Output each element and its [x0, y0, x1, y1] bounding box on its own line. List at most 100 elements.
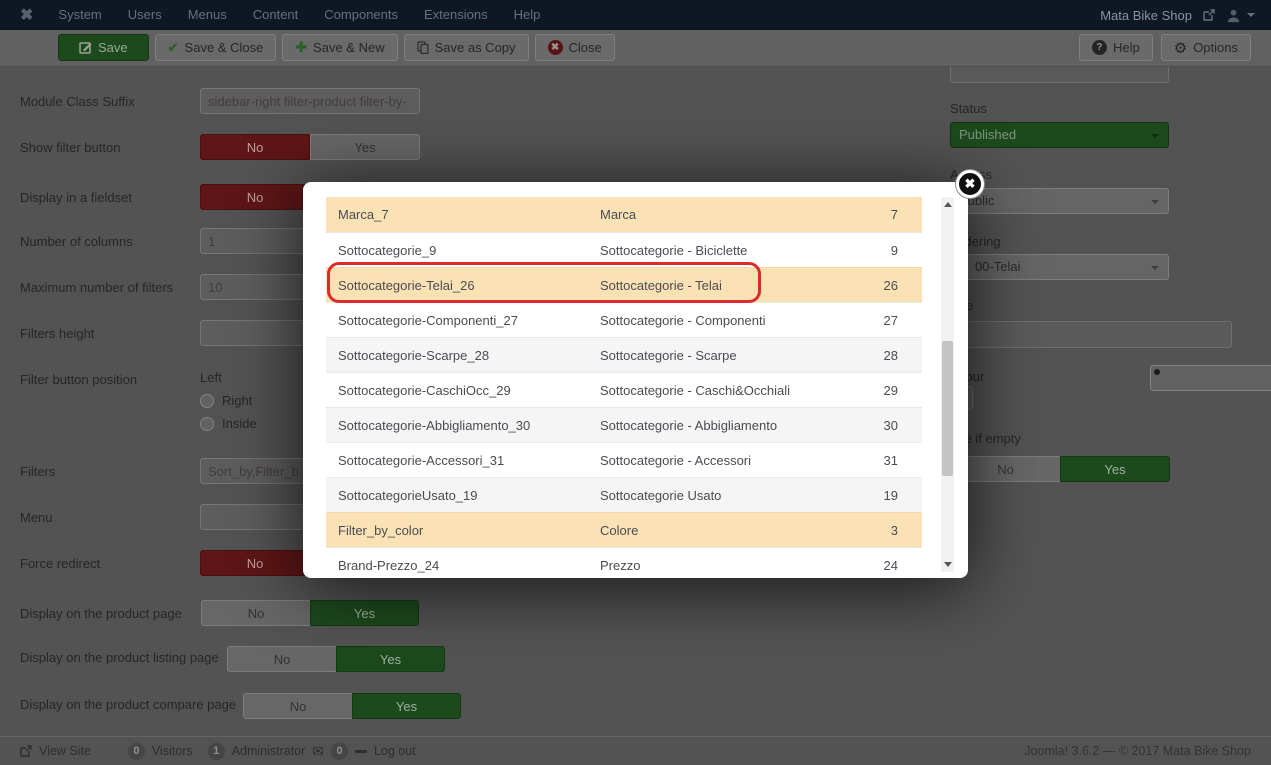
menu-users[interactable]: Users [115, 0, 175, 30]
version-text: Joomla! 3.6.2 — © 2017 Mata Bike Shop [1024, 744, 1251, 758]
ordering-select[interactable]: 00-Telai [950, 254, 1169, 280]
external-link-icon [20, 745, 32, 757]
toggle-no[interactable]: No [200, 184, 310, 210]
highlight-annotation [327, 262, 761, 303]
label-force-redirect: Force redirect [20, 556, 101, 571]
copy-icon [416, 41, 429, 54]
close-icon: ✖ [547, 40, 563, 55]
list-item[interactable]: Sottocategorie-Accessori_31 Sottocategori… [326, 442, 922, 477]
user-menu-icon[interactable] [1226, 8, 1255, 23]
mail-icon: ✉ [312, 742, 325, 759]
site-name-link[interactable]: Mata Bike Shop [1100, 8, 1192, 23]
toggle-yes[interactable]: Yes [1060, 456, 1170, 482]
scroll-down-arrow[interactable] [941, 557, 954, 572]
list-item[interactable]: Filter_by_color Colore 3 [326, 512, 922, 547]
menu-help[interactable]: Help [501, 0, 554, 30]
help-button[interactable]: ? Help [1078, 34, 1153, 61]
filter-picker-modal: Marca_7 Marca 7 Sottocategorie_9 Sottocateg… [303, 182, 968, 578]
label-status: Status [950, 101, 987, 116]
check-icon: ✔ [167, 39, 179, 55]
modal-scrollbar[interactable] [941, 197, 954, 572]
logout-icon [355, 749, 368, 753]
chevron-down-icon [1151, 266, 1159, 270]
module-class-suffix-input[interactable] [200, 88, 420, 114]
label-display-compare-page: Display on the product compare page [20, 697, 237, 712]
mail-count-badge: 0 [331, 742, 349, 760]
external-link-icon[interactable] [1203, 9, 1215, 21]
menu-content[interactable]: Content [240, 0, 312, 30]
chevron-down-icon [1151, 200, 1159, 204]
radio-inside: Inside [200, 416, 257, 431]
label-number-columns: Number of columns [20, 234, 133, 249]
label-module-class-suffix: Module Class Suffix [20, 94, 135, 109]
save-new-button[interactable]: ✚ Save & New [282, 34, 398, 61]
toggle-no[interactable]: No [243, 693, 352, 719]
radio-button[interactable] [200, 393, 214, 408]
toggle-no[interactable]: No [200, 134, 310, 160]
close-button[interactable]: ✖ Close [534, 34, 615, 61]
menu-system[interactable]: System [45, 0, 114, 30]
view-site-link[interactable]: View Site [39, 744, 91, 758]
access-select[interactable]: Public [950, 188, 1169, 214]
menu-menus[interactable]: Menus [175, 0, 240, 30]
toggle-yes[interactable]: Yes [336, 646, 445, 672]
administrator-label: Administrator [231, 744, 306, 758]
chevron-down-icon [1151, 134, 1159, 138]
status-select[interactable]: Published [950, 122, 1169, 148]
label-menu: Menu [20, 510, 53, 525]
display-compare-page-toggle: No Yes [243, 693, 461, 719]
admin-menu: System Users Menus Content Components Ex… [45, 0, 553, 30]
save-close-button[interactable]: ✔ Save & Close [154, 34, 277, 61]
joomla-logo-icon: ✖ [20, 7, 34, 24]
modal-close-button[interactable]: ✖ [956, 170, 984, 198]
options-button[interactable]: ⚙ Options [1160, 34, 1251, 61]
filter-list: Marca_7 Marca 7 Sottocategorie_9 Sottocateg… [326, 197, 922, 578]
label-show-filter-button: Show filter button [20, 140, 121, 155]
logout-link[interactable]: Log out [374, 744, 416, 758]
toggle-yes[interactable]: Yes [352, 693, 461, 719]
list-item[interactable]: Marca_7 Marca 7 [326, 197, 922, 232]
list-item[interactable]: Sottocategorie-CaschiOcc_29 Sottocategori… [326, 372, 922, 407]
note-input[interactable] [950, 321, 1232, 348]
list-item[interactable]: SottocategorieUsato_19 Sottocategorie Usa… [326, 477, 922, 512]
radio-button[interactable] [200, 416, 214, 431]
menu-components[interactable]: Components [311, 0, 411, 30]
scroll-up-arrow[interactable] [941, 197, 954, 212]
save-icon [79, 42, 92, 54]
radio-button[interactable] [1150, 364, 1271, 391]
label-display-listing-page: Display on the product listing page [20, 650, 219, 665]
list-item[interactable]: Sottocategorie-Componenti_27 Sottocategor… [326, 302, 922, 337]
label-filter-button-position: Filter button position [20, 372, 138, 387]
label-filters-height: Filters height [20, 326, 95, 341]
hide-if-empty-toggle: No Yes [950, 456, 1170, 482]
scrollbar-thumb[interactable] [942, 341, 953, 476]
label-display-fieldset: Display in a fieldset [20, 190, 132, 205]
save-copy-button[interactable]: Save as Copy [403, 34, 529, 61]
plus-icon: ✚ [295, 39, 308, 55]
toggle-yes[interactable]: Yes [310, 134, 420, 160]
label-max-filters: Maximum number of filters [20, 280, 174, 295]
admin-count-badge: 1 [207, 742, 225, 760]
visitors-count-badge: 0 [127, 742, 145, 760]
toggle-no[interactable]: No [201, 600, 310, 626]
toolbar: Save ✔ Save & Close ✚ Save & New Save as… [0, 30, 1271, 67]
toggle-yes[interactable]: Yes [310, 600, 419, 626]
menu-extensions[interactable]: Extensions [411, 0, 501, 30]
visitors-label: Visitors [151, 744, 193, 758]
help-icon: ? [1091, 40, 1107, 55]
radio-left: Left [200, 364, 1271, 391]
label-display-product-page: Display on the product page [20, 606, 182, 621]
list-item[interactable]: Sottocategorie-Abbigliamento_30 Sottocate… [326, 407, 922, 442]
toggle-no[interactable]: No [200, 550, 310, 576]
label-filters: Filters [20, 464, 56, 479]
toggle-no[interactable]: No [227, 646, 336, 672]
status-bar: View Site 0 Visitors 1 Administrator ✉ 0… [0, 736, 1271, 765]
list-item[interactable]: Sottocategorie-Scarpe_28 Sottocategorie -… [326, 337, 922, 372]
list-item[interactable]: Brand-Prezzo_24 Prezzo 24 [326, 547, 922, 578]
display-product-page-toggle: No Yes [201, 600, 419, 626]
show-filter-button-toggle: No Yes [200, 134, 420, 160]
display-listing-page-toggle: No Yes [227, 646, 445, 672]
radio-right: Right [200, 393, 252, 408]
admin-navbar: ✖ System Users Menus Content Components … [0, 0, 1271, 30]
save-button[interactable]: Save [58, 34, 149, 61]
